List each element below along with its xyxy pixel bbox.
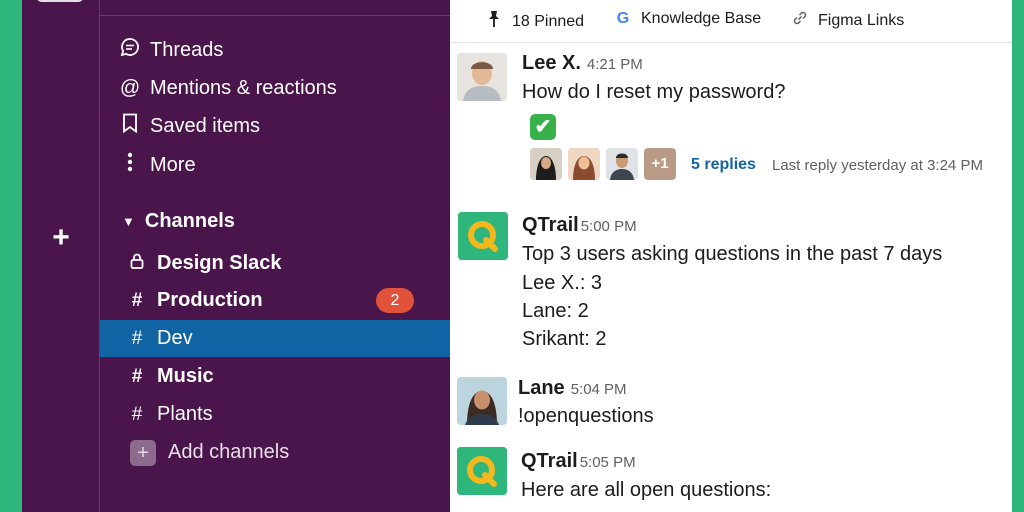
timestamp[interactable]: 4:21 PM	[587, 56, 643, 73]
channel-label: Plants	[157, 403, 213, 425]
hash-icon: #	[131, 289, 143, 311]
hash-icon: #	[131, 403, 143, 425]
plus-icon: +	[130, 439, 156, 466]
qtrail-logo-icon[interactable]	[457, 447, 507, 495]
author-name[interactable]: QTrail	[522, 214, 579, 237]
replier-avatar	[530, 148, 562, 180]
hash-icon: #	[131, 365, 143, 387]
hash-icon: #	[131, 327, 143, 349]
message-pane: 18 Pinned G Knowledge Base Figma Links L…	[450, 0, 1012, 512]
message-header: Lane 5:04 PM	[518, 377, 627, 400]
lock-icon	[126, 253, 148, 275]
sidebar-divider	[100, 15, 450, 16]
at-icon: @	[119, 76, 141, 99]
more-repliers-count[interactable]: +1	[644, 148, 676, 180]
add-channels-button[interactable]: + Add channels	[100, 434, 450, 471]
channel-plants[interactable]: # Plants	[100, 396, 450, 433]
figma-links-link[interactable]: Figma Links	[790, 10, 904, 31]
workspace-icon[interactable]	[36, 0, 84, 2]
channel-production[interactable]: # Production 2	[100, 282, 450, 319]
unread-badge: 2	[376, 288, 414, 313]
check-mark-reaction-icon[interactable]: ✔	[530, 114, 556, 140]
timestamp[interactable]: 5:05 PM	[580, 454, 636, 471]
sidebar-item-label: Mentions & reactions	[150, 76, 337, 99]
message-header: Lee X. 4:21 PM	[522, 52, 643, 75]
threads-icon	[118, 37, 142, 63]
knowledge-base-label: Knowledge Base	[641, 10, 762, 27]
qtrail-logo-icon[interactable]	[458, 212, 508, 260]
workspace-rail: +	[22, 0, 100, 512]
pin-icon	[484, 10, 504, 33]
figma-links-label: Figma Links	[818, 11, 905, 29]
sidebar-item-mentions[interactable]: @ Mentions & reactions	[100, 70, 450, 106]
more-vertical-icon	[118, 152, 142, 178]
sidebar-item-threads[interactable]: Threads	[100, 32, 450, 68]
google-icon: G	[616, 10, 630, 27]
channels-section-header[interactable]: ▼ Channels	[100, 203, 450, 239]
message-header: QTrail 5:00 PM	[522, 214, 637, 237]
bookmark-icon	[118, 113, 142, 139]
author-name[interactable]: QTrail	[521, 450, 578, 473]
message-text: Here are all open questions:	[521, 479, 772, 501]
channels-header-label: Channels	[144, 209, 235, 232]
sidebar-item-label: Threads	[150, 38, 224, 61]
app-window: + Threads @ Mentions & reactions Saved i…	[22, 0, 1012, 512]
sidebar: Threads @ Mentions & reactions Saved ite…	[100, 0, 450, 512]
timestamp[interactable]: 5:00 PM	[581, 218, 637, 235]
avatar[interactable]	[457, 377, 507, 425]
timestamp[interactable]: 5:04 PM	[571, 381, 627, 398]
sidebar-item-saved[interactable]: Saved items	[100, 108, 450, 144]
message-header: QTrail 5:05 PM	[521, 450, 636, 473]
bookmarks-bar: 18 Pinned G Knowledge Base Figma Links	[450, 0, 1012, 43]
message-text: !openquestions	[518, 405, 654, 427]
caret-down-icon: ▼	[122, 213, 135, 229]
avatar[interactable]	[457, 53, 507, 101]
pinned-label: 18 Pinned	[512, 12, 585, 30]
channel-label: Music	[157, 365, 214, 387]
channel-label: Production	[157, 289, 263, 311]
author-name[interactable]: Lane	[518, 377, 565, 400]
channel-label: Design Slack	[157, 252, 282, 274]
sidebar-item-label: More	[150, 153, 196, 176]
link-icon	[790, 10, 810, 31]
channel-label: Dev	[157, 327, 193, 349]
message-text: How do I reset my password?	[522, 81, 786, 103]
sidebar-item-label: Saved items	[150, 114, 261, 137]
message-text: Top 3 users asking questions in the past…	[522, 243, 943, 265]
author-name[interactable]: Lee X.	[522, 52, 581, 75]
replier-avatar	[568, 148, 600, 180]
last-reply-text: Last reply yesterday at 3:24 PM	[772, 157, 983, 174]
replies-link[interactable]: 5 replies	[691, 156, 756, 174]
add-workspace-icon[interactable]: +	[44, 222, 78, 256]
add-channels-label: Add channels	[168, 441, 290, 463]
sidebar-item-more[interactable]: More	[100, 147, 450, 183]
channel-dev[interactable]: # Dev	[100, 320, 450, 357]
message-text: Lee X.: 3	[522, 272, 603, 294]
knowledge-base-link[interactable]: G Knowledge Base	[613, 10, 761, 28]
message-text: Lane: 2	[522, 300, 589, 322]
pinned-button[interactable]: 18 Pinned	[484, 10, 584, 33]
replier-avatar	[606, 148, 638, 180]
message-text: Srikant: 2	[522, 328, 607, 350]
channel-design-slack[interactable]: Design Slack	[100, 245, 450, 282]
channel-music[interactable]: # Music	[100, 358, 450, 395]
